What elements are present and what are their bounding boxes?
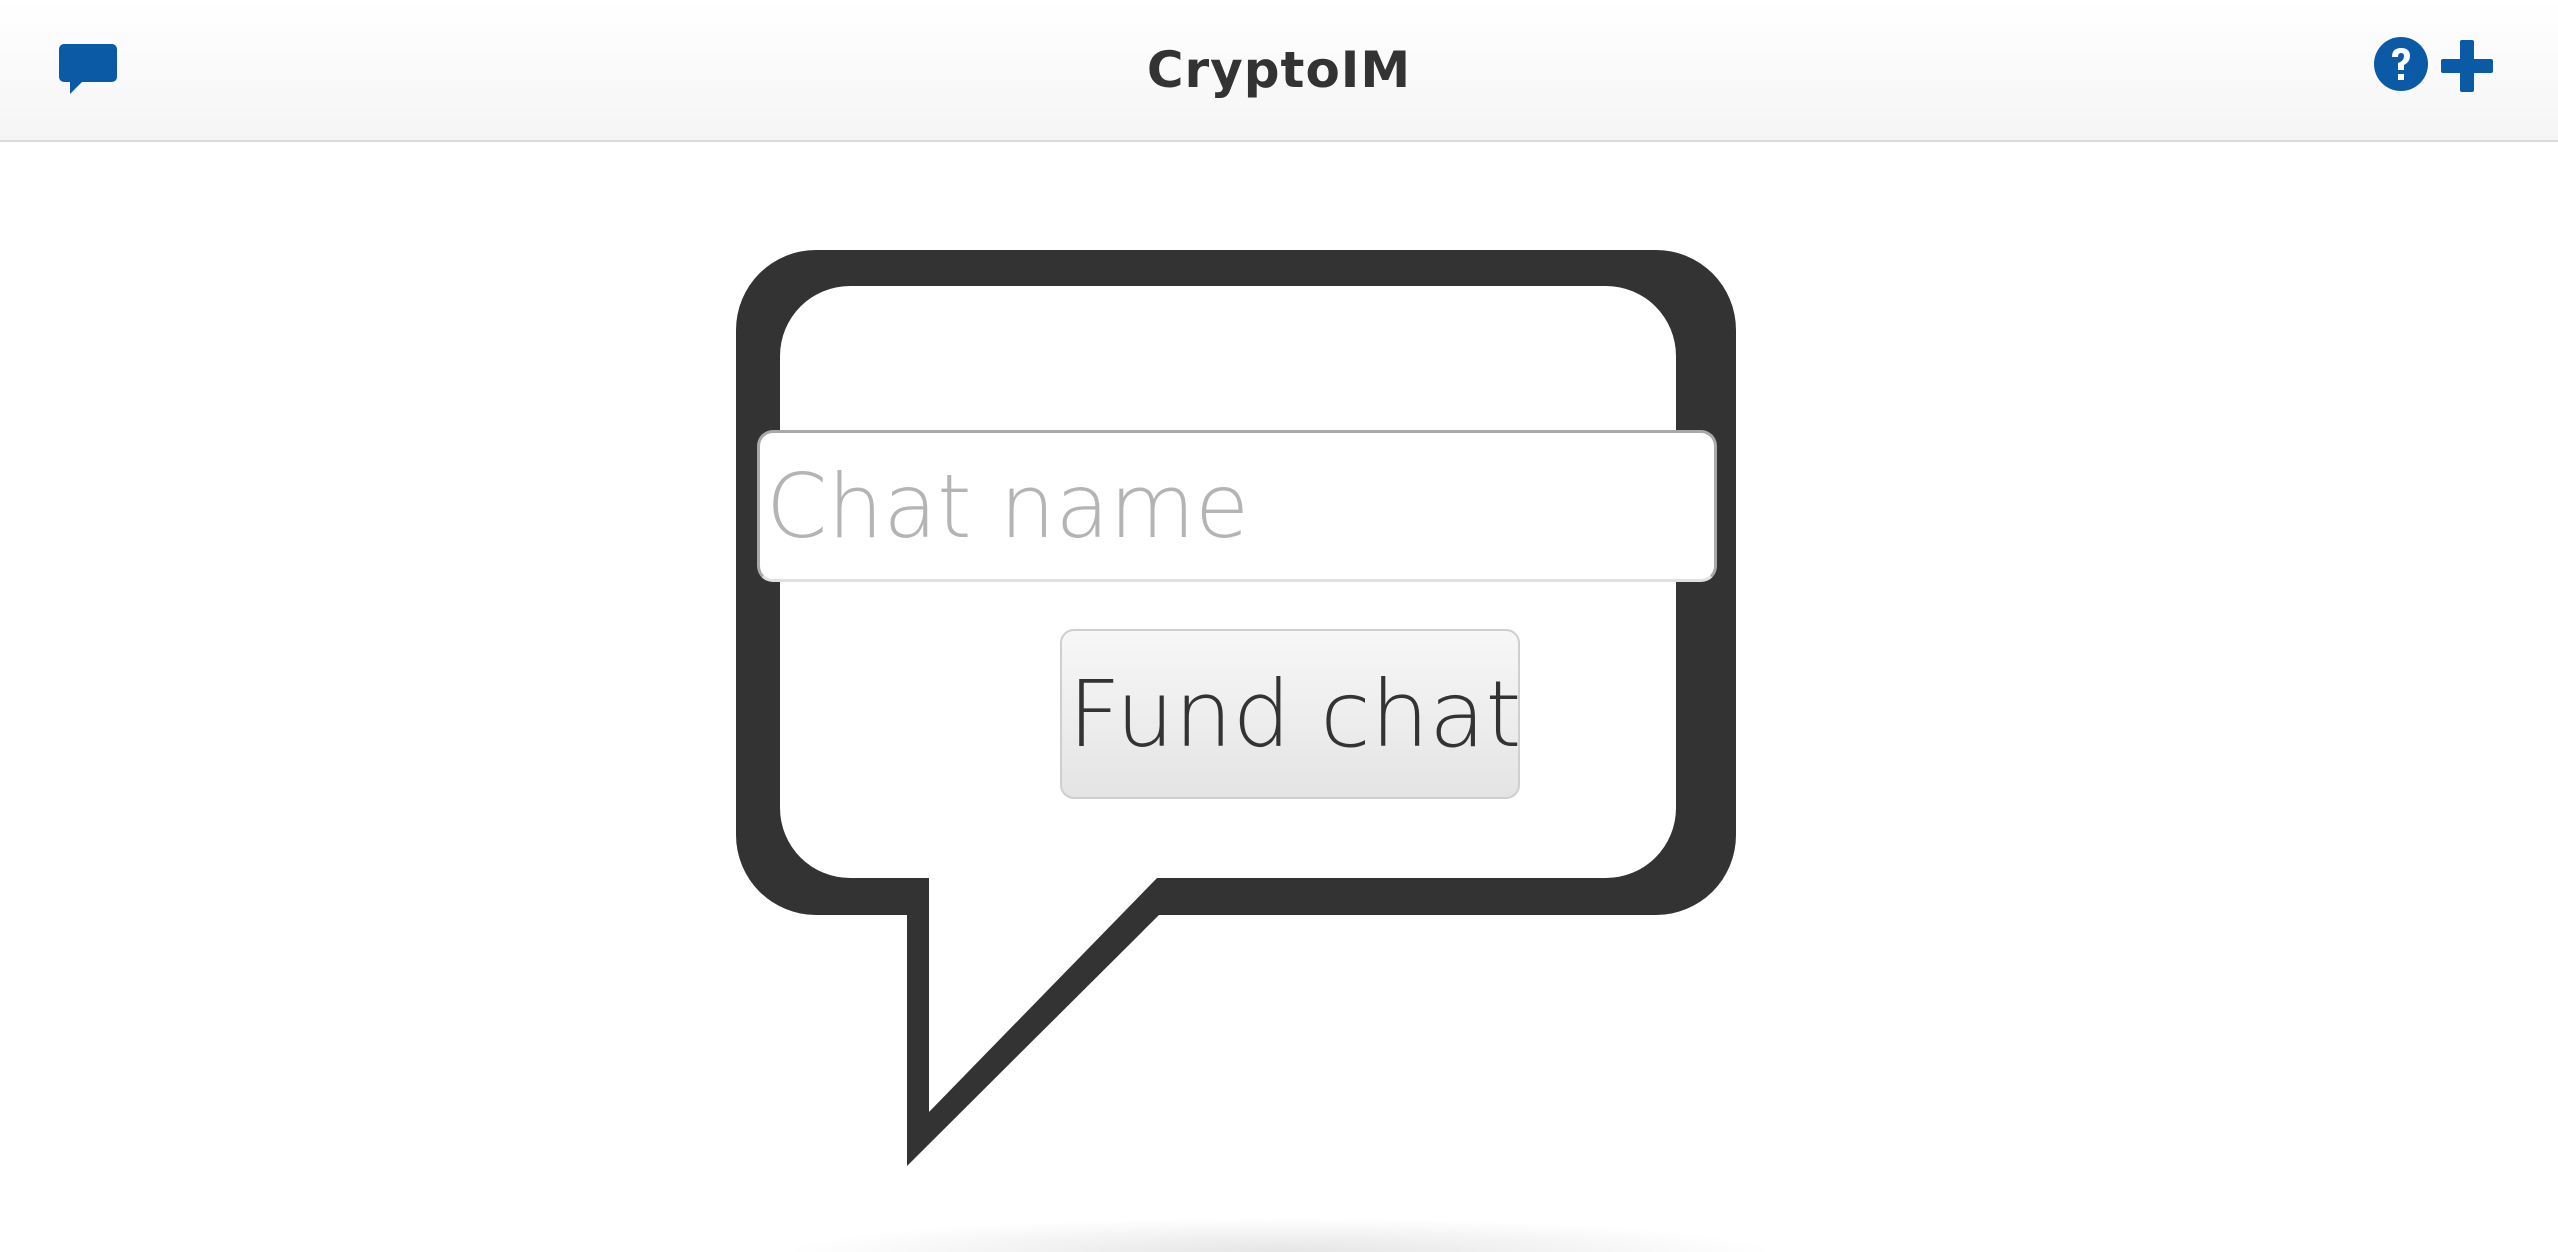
chat-name-input[interactable] [757, 430, 1717, 582]
fund-chat-button[interactable]: Fund chat [1060, 629, 1520, 799]
app-header: CryptoIM [0, 0, 2558, 142]
help-icon[interactable] [2373, 36, 2429, 92]
bottom-shadow [780, 1218, 1780, 1252]
app-title: CryptoIM [1146, 41, 1412, 99]
plus-icon[interactable] [2441, 40, 2493, 92]
